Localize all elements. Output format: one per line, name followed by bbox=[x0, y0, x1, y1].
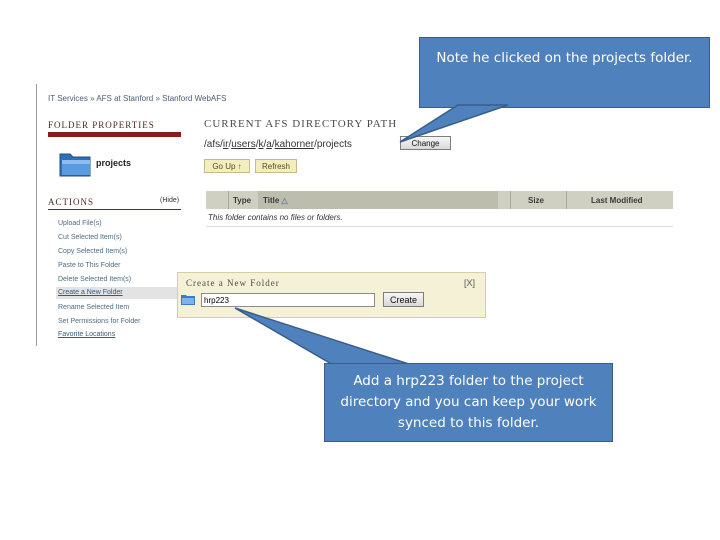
column-last-modified[interactable]: Last Modified bbox=[591, 196, 643, 205]
action-cut[interactable]: Cut Selected Item(s) bbox=[58, 234, 122, 241]
action-delete[interactable]: Delete Selected Item(s) bbox=[58, 276, 131, 283]
column-type[interactable]: Type bbox=[233, 196, 251, 205]
sort-indicator-icon: △ bbox=[281, 196, 288, 205]
close-panel-button[interactable]: [X] bbox=[464, 278, 475, 288]
column-divider bbox=[566, 191, 567, 209]
path-current: /projects bbox=[314, 139, 352, 150]
column-size[interactable]: Size bbox=[528, 196, 544, 205]
action-copy[interactable]: Copy Selected Item(s) bbox=[58, 248, 127, 255]
bottom-callout-text: Add a hrp223 folder to the project direc… bbox=[340, 373, 597, 431]
action-rename[interactable]: Rename Selected Item bbox=[58, 304, 129, 311]
folder-properties-heading: Folder Properties bbox=[48, 120, 155, 130]
current-folder-name: projects bbox=[96, 158, 132, 168]
bottom-callout: Add a hrp223 folder to the project direc… bbox=[324, 363, 613, 442]
path-link-users[interactable]: users bbox=[231, 139, 255, 150]
column-divider bbox=[228, 191, 229, 209]
actions-heading: Actions bbox=[48, 197, 95, 207]
breadcrumb[interactable]: IT Services » AFS at Stanford » Stanford… bbox=[48, 94, 226, 103]
refresh-button[interactable]: Refresh bbox=[255, 159, 297, 173]
folder-properties-divider bbox=[48, 132, 181, 137]
directory-path: /afs/ir/users/k/a/kahorner/projects bbox=[204, 139, 352, 150]
column-title-label: Title bbox=[263, 196, 280, 205]
callout-pointer-bottom bbox=[234, 307, 416, 367]
action-create-folder[interactable]: Create a New Folder bbox=[58, 289, 123, 296]
empty-folder-message: This folder contains no files or folders… bbox=[208, 213, 343, 222]
title-column-highlight bbox=[258, 191, 498, 209]
path-root: /afs/ bbox=[204, 139, 223, 150]
hide-actions-link[interactable]: (Hide) bbox=[160, 197, 179, 204]
column-title[interactable]: Title △ bbox=[263, 196, 288, 205]
top-callout-text: Note he clicked on the projects folder. bbox=[436, 50, 693, 66]
go-up-button[interactable]: Go Up ↑ bbox=[204, 159, 250, 173]
action-upload-files[interactable]: Upload File(s) bbox=[58, 220, 102, 227]
new-folder-title: Create a New Folder bbox=[186, 278, 280, 288]
action-paste[interactable]: Paste to This Folder bbox=[58, 262, 121, 269]
top-callout: Note he clicked on the projects folder. bbox=[419, 37, 710, 108]
directory-path-heading: Current AFS Directory Path bbox=[204, 118, 398, 130]
path-link-kahorner[interactable]: kahorner bbox=[275, 139, 314, 150]
column-divider bbox=[510, 191, 511, 209]
callout-pointer-top bbox=[399, 104, 509, 143]
folder-icon bbox=[181, 295, 195, 305]
actions-divider bbox=[48, 209, 181, 210]
action-permissions[interactable]: Set Permissions for Folder bbox=[58, 318, 140, 325]
action-favorites[interactable]: Favorite Locations bbox=[58, 331, 115, 338]
folder-icon bbox=[59, 153, 91, 177]
